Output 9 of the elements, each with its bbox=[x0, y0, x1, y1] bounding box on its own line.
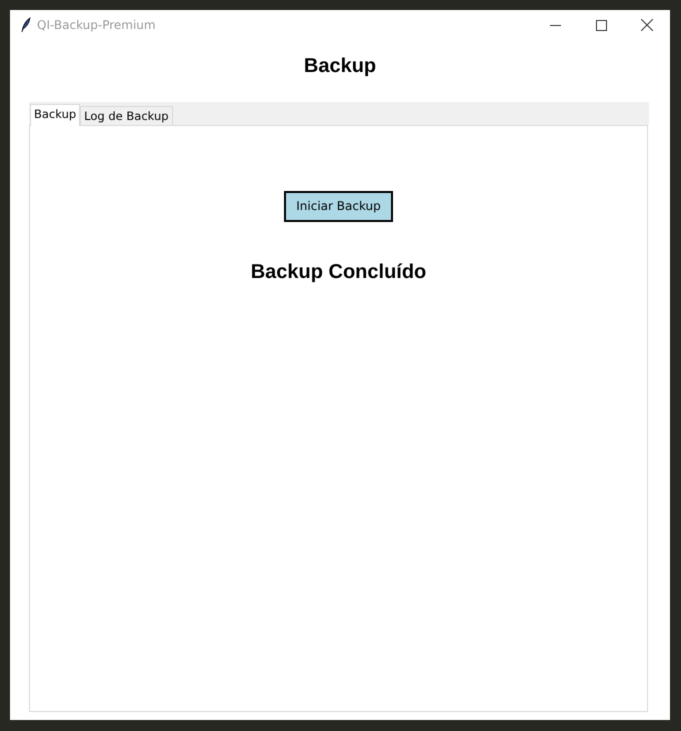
window-title: QI-Backup-Premium bbox=[37, 17, 156, 34]
close-icon[interactable] bbox=[641, 19, 653, 31]
start-backup-button[interactable]: Iniciar Backup bbox=[284, 191, 393, 222]
tab[interactable]: Log de Backup bbox=[80, 106, 173, 125]
feather-icon bbox=[21, 17, 31, 33]
tab[interactable]: Backup bbox=[30, 104, 80, 126]
page-heading: Backup bbox=[304, 54, 376, 78]
status-text: Backup Concluído bbox=[250, 260, 426, 285]
maximize-icon[interactable] bbox=[596, 20, 606, 30]
